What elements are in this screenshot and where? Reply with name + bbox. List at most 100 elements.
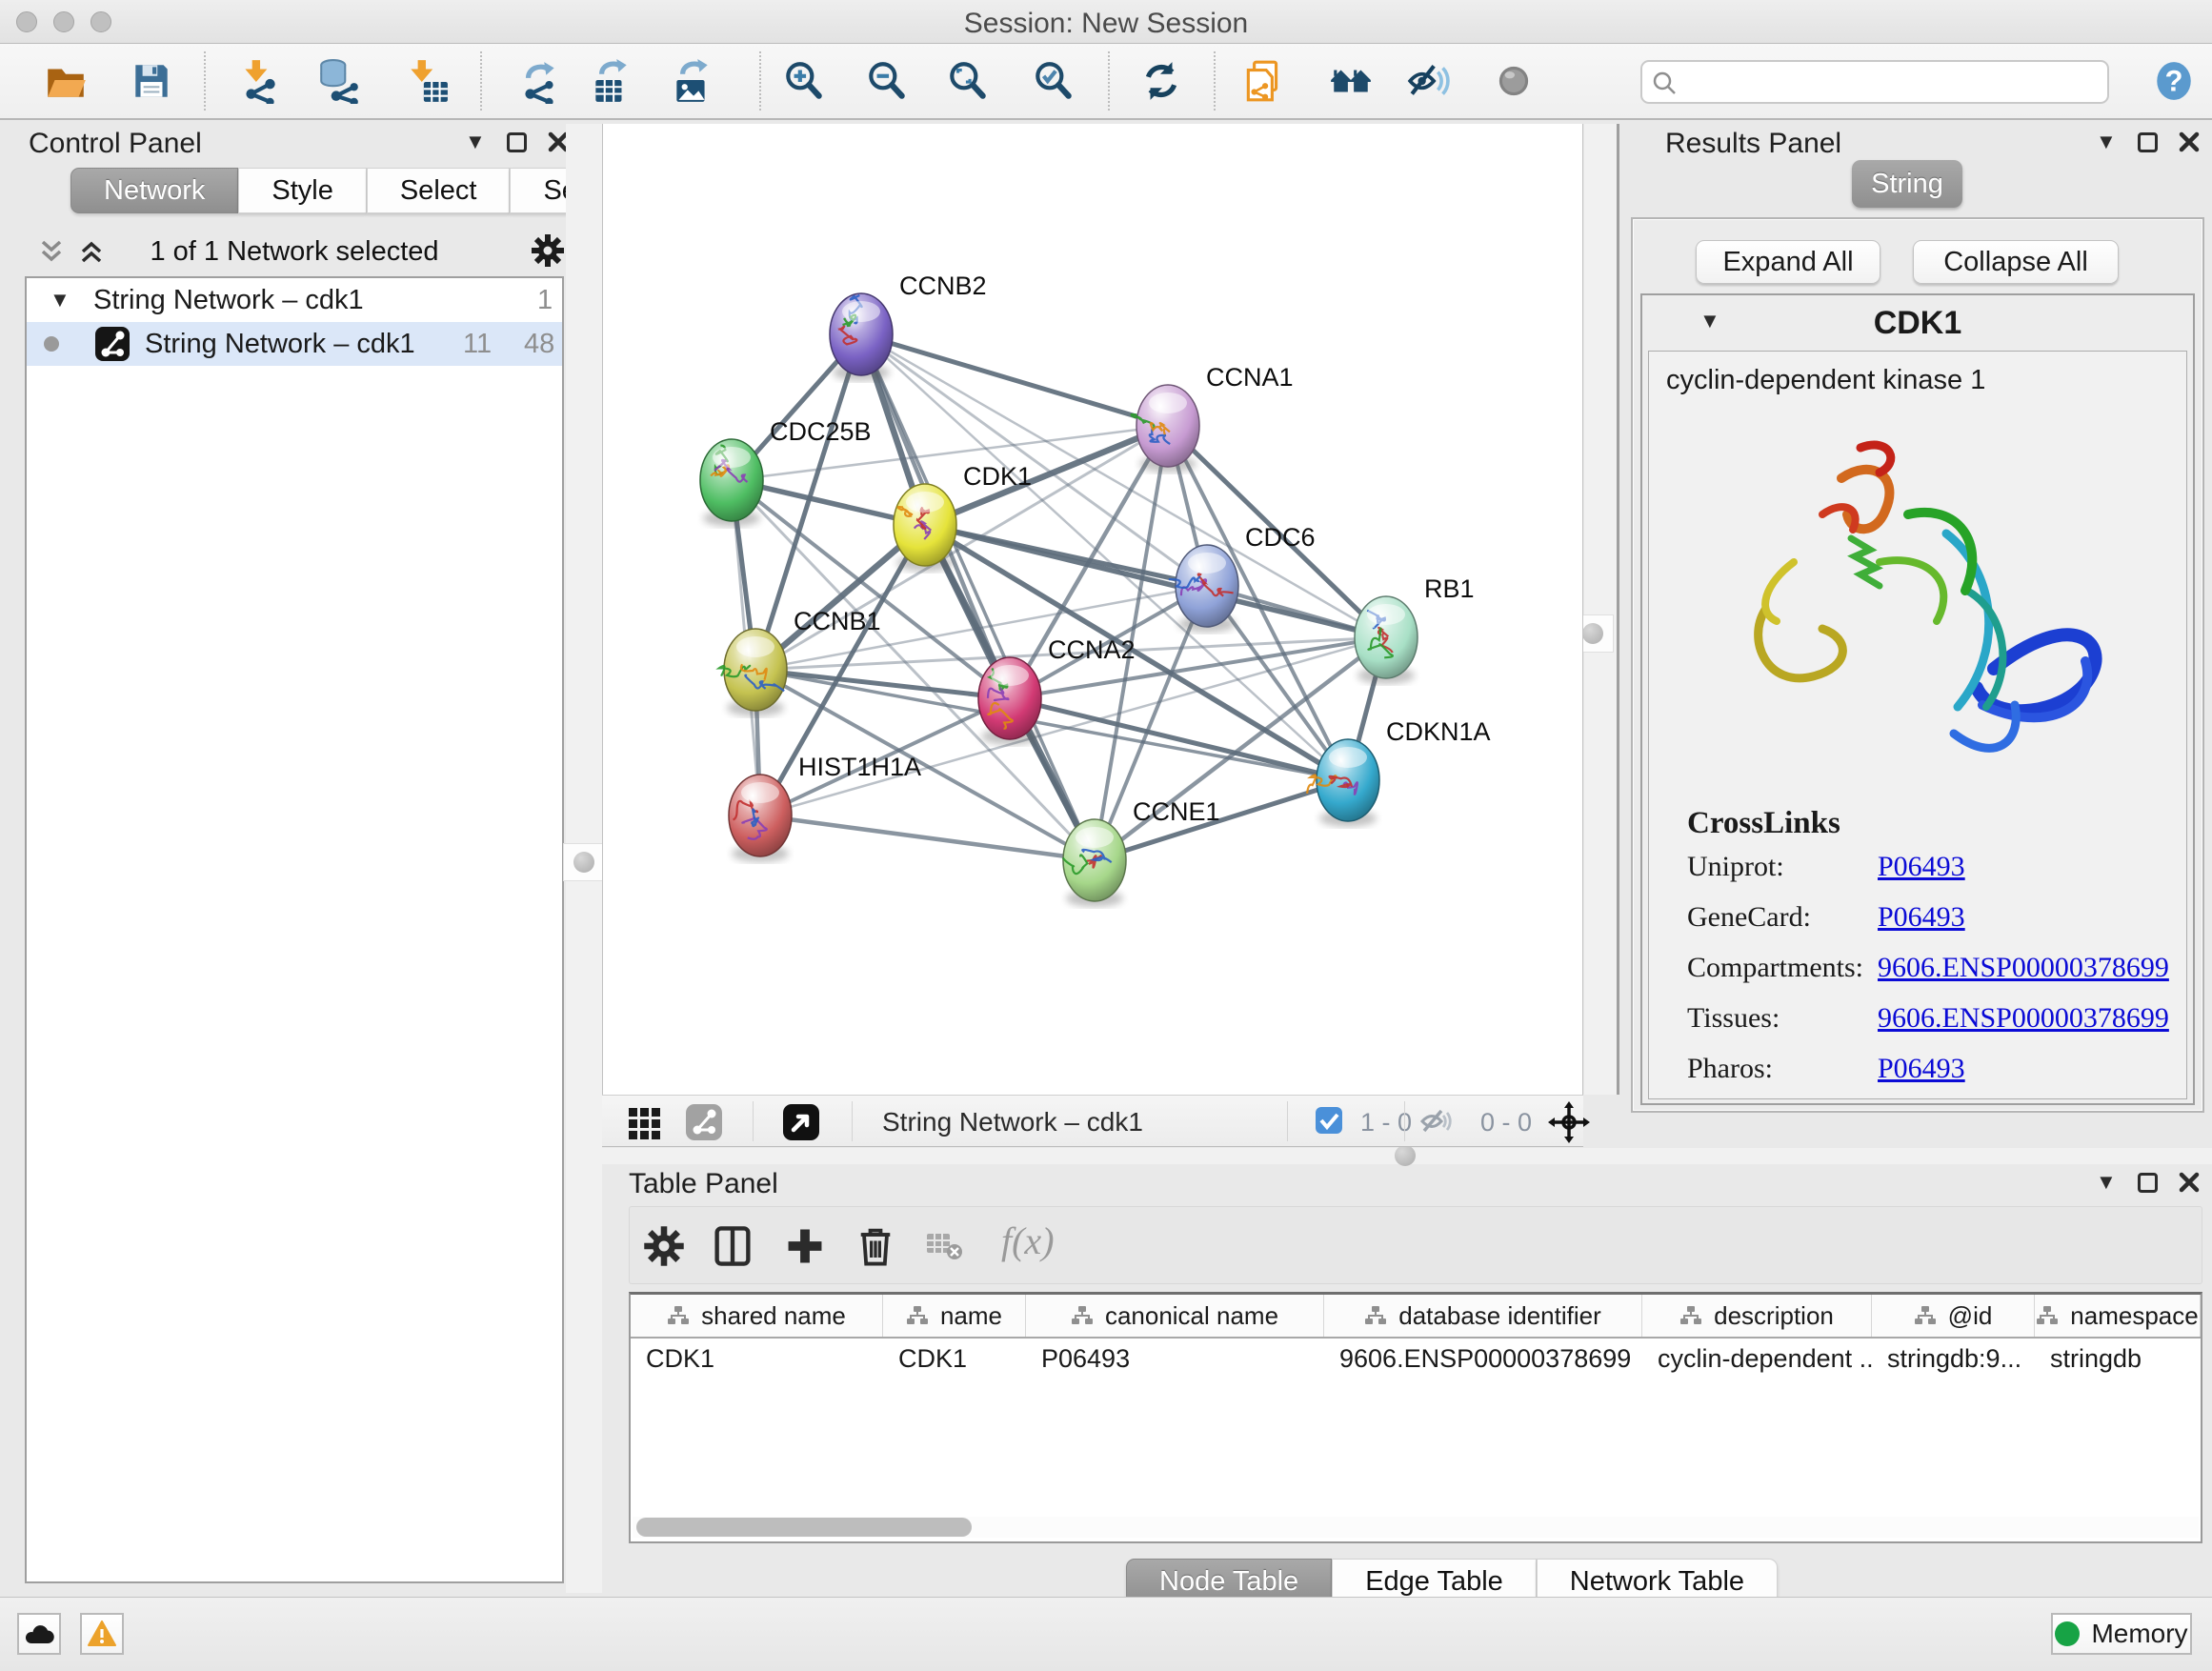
panel-float-icon[interactable] [507,132,527,152]
footer-separator [852,1101,853,1141]
column-header-id[interactable]: @id [1872,1295,2035,1337]
memory-button[interactable]: Memory [2051,1613,2192,1655]
crosslink-row: Pharos:P06493 [1687,1053,2186,1085]
export-image-icon[interactable] [669,58,714,104]
zoom-fit-icon[interactable] [945,58,991,104]
delete-column-icon[interactable] [853,1223,898,1269]
export-network-icon[interactable] [516,58,562,104]
network-node-CCNE1[interactable]: CCNE1 [1063,797,1220,907]
network-node-RB1[interactable]: RB1 [1355,574,1475,684]
panel-close-icon[interactable] [2179,1172,2200,1193]
zoom-out-icon[interactable] [864,58,910,104]
table-cell[interactable]: stringdb [2035,1339,2201,1379]
column-header-name[interactable]: name [883,1295,1026,1337]
table-cell[interactable]: cyclin-dependent ... [1642,1339,1872,1379]
first-neighbors-icon[interactable] [1328,58,1374,104]
function-builder-icon: f(x) [1001,1218,1055,1263]
table-row[interactable]: CDK1CDK1P064939606.ENSP00000378699cyclin… [631,1339,2201,1379]
grid-view-icon[interactable] [625,1102,665,1142]
tab-network[interactable]: Network [70,168,238,213]
table-cell[interactable]: stringdb:9... [1872,1339,2035,1379]
panel-menu-icon[interactable]: ▼ [2096,131,2117,152]
tab-select[interactable]: Select [367,168,511,213]
table-cell[interactable]: CDK1 [631,1339,883,1379]
network-node-CCNA1[interactable]: CCNA1 [1131,363,1293,473]
crosslink-link[interactable]: P06493 [1878,901,1965,934]
column-header-namespace[interactable]: namespace [2035,1295,2201,1337]
panel-menu-icon[interactable]: ▼ [465,131,486,152]
horizontal-scrollbar[interactable] [633,1517,2199,1538]
network-thumbnail-icon[interactable] [684,1102,724,1142]
panel-close-icon[interactable] [2179,131,2200,152]
column-type-icon [667,1305,690,1326]
help-icon[interactable]: ? [2151,58,2197,104]
import-database-icon[interactable] [316,58,362,104]
save-session-icon[interactable] [129,58,174,104]
network-node-CDKN1A[interactable]: CDKN1A [1307,717,1490,827]
crosslink-link[interactable]: P06493 [1878,1053,1965,1085]
column-header-databaseidentifier[interactable]: database identifier [1324,1295,1642,1337]
network-canvas[interactable]: CCNB2 CCNA1 CDC25B CDK1 CDC6 [602,124,1583,1095]
scrollbar-thumb[interactable] [636,1518,972,1537]
left-splitter-handle[interactable] [563,843,605,881]
import-network-icon[interactable] [236,58,282,104]
crosslink-label: Uniprot: [1687,851,1878,883]
search-input[interactable] [1686,64,2096,100]
crosslink-link[interactable]: 9606.ENSP00000378699 [1878,952,2169,984]
network-row-selected[interactable]: String Network – cdk1 11 48 [27,322,562,366]
pan-crosshair-icon[interactable] [1547,1100,1591,1144]
node-label: RB1 [1424,574,1475,603]
column-header-sharedname[interactable]: shared name [631,1295,883,1337]
network-graph[interactable]: CCNB2 CCNA1 CDC25B CDK1 CDC6 [603,124,1584,1094]
show-all-icon[interactable] [1491,58,1537,104]
zoom-in-icon[interactable] [781,58,827,104]
toolbar-separator [204,51,206,111]
show-columns-icon[interactable] [710,1223,755,1269]
table-cell[interactable]: 9606.ENSP00000378699 [1324,1339,1642,1379]
birdseye-view-icon[interactable] [781,1102,821,1142]
expand-all-button[interactable]: Expand All [1696,240,1880,284]
open-session-icon[interactable] [43,58,89,104]
network-edge[interactable] [861,334,1386,637]
add-column-icon[interactable] [782,1223,828,1269]
network-edge[interactable] [861,334,1168,426]
network-node-CDK1[interactable]: CDK1 [894,462,1032,572]
node-label: CCNA2 [1048,635,1136,664]
table-cell[interactable]: CDK1 [883,1339,1026,1379]
table-settings-gear-icon[interactable] [641,1223,687,1269]
clone-network-icon[interactable] [1240,58,1286,104]
warnings-button[interactable] [80,1613,124,1655]
cloud-status-button[interactable] [17,1613,61,1655]
node-table[interactable]: shared name namecanonical namedatabase id… [629,1292,2202,1543]
network-options-gear-icon[interactable] [530,232,566,269]
network-node-CDC25B[interactable]: CDC25B [700,417,872,527]
tab-style[interactable]: Style [238,168,366,213]
network-edge[interactable] [861,334,1095,860]
hide-selected-icon[interactable] [1407,58,1453,104]
panel-float-icon[interactable] [2138,1173,2158,1193]
refresh-icon[interactable] [1138,58,1184,104]
network-edge[interactable] [925,525,1386,637]
network-collection-row[interactable]: ▼ String Network – cdk1 1 [27,278,562,322]
column-header-label: shared name [701,1301,846,1331]
control-panel-tabs: Network Style Select Sets [70,168,632,213]
column-header-canonicalname[interactable]: canonical name [1026,1295,1324,1337]
tab-string[interactable]: String [1852,160,1962,208]
panel-float-icon[interactable] [2138,132,2158,152]
zoom-selected-icon[interactable] [1031,58,1076,104]
collection-expand-icon[interactable]: ▼ [50,290,70,311]
table-cell[interactable]: P06493 [1026,1339,1324,1379]
network-edge[interactable] [760,815,1095,860]
footer-separator [753,1101,754,1141]
import-table-icon[interactable] [404,58,450,104]
panel-menu-icon[interactable]: ▼ [2096,1172,2117,1193]
column-header-description[interactable]: description [1642,1295,1872,1337]
selected-checkbox-icon[interactable] [1315,1106,1343,1135]
collapse-all-button[interactable]: Collapse All [1913,240,2119,284]
crosslink-link[interactable]: 9606.ENSP00000378699 [1878,1002,2169,1035]
crosslink-label: Tissues: [1687,1002,1878,1035]
warning-icon [88,1621,116,1647]
export-table-icon[interactable] [588,58,633,104]
right-splitter[interactable] [1584,124,1619,1095]
crosslink-link[interactable]: P06493 [1878,851,1965,883]
